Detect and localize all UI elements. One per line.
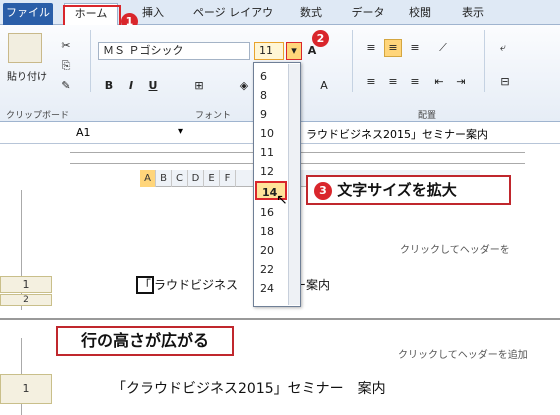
bold-button[interactable]: B: [102, 77, 116, 95]
increase-indent-icon[interactable]: ⇥: [452, 73, 470, 91]
panel-divider: [0, 318, 560, 320]
row-header-1[interactable]: 1: [0, 276, 52, 293]
font-size-option[interactable]: 22: [255, 260, 287, 279]
divider: [484, 30, 485, 92]
font-size-option[interactable]: 12: [255, 162, 287, 181]
font-size-option[interactable]: 18: [255, 222, 287, 241]
decrease-indent-icon[interactable]: ⇤: [430, 73, 448, 91]
divider: [90, 30, 91, 92]
align-center-icon[interactable]: ≡: [384, 73, 402, 91]
name-box-dropdown-icon[interactable]: ▾: [178, 126, 183, 137]
result-cell-a1-text[interactable]: 「クラウドビジネス2015」セミナー 案内: [112, 378, 386, 398]
paste-button[interactable]: 貼り付け: [5, 69, 49, 87]
step-3-text: 文字サイズを拡大: [337, 181, 457, 199]
column-header-d[interactable]: D: [188, 170, 204, 187]
wrap-text-icon[interactable]: ⤶: [494, 39, 512, 57]
column-header-b[interactable]: B: [156, 170, 172, 187]
column-header-a[interactable]: A: [140, 170, 156, 187]
tab-insert[interactable]: 挿入: [138, 3, 168, 25]
merge-center-icon[interactable]: ⊟: [494, 73, 516, 91]
step-3-callout: 3 文字サイズを拡大: [306, 175, 511, 205]
borders-icon[interactable]: ⊞: [190, 77, 208, 95]
column-header-f[interactable]: F: [220, 170, 236, 187]
tab-data[interactable]: データ: [348, 3, 388, 25]
formula-content[interactable]: ラウドビジネス2015」セミナー案内: [306, 126, 488, 142]
mouse-cursor-icon: ↖: [276, 192, 288, 208]
align-bottom-icon[interactable]: ≡: [406, 39, 424, 57]
result-callout: 行の高さが広がる: [56, 326, 234, 356]
font-size-option[interactable]: 10: [255, 124, 287, 143]
font-size-combo[interactable]: 11: [254, 42, 284, 60]
result-header-hint[interactable]: クリックしてヘッダーを追加: [398, 346, 528, 361]
alignment-group-label: 配置: [418, 111, 437, 121]
font-name-combo[interactable]: ＭＳ Ｐゴシック: [98, 42, 250, 60]
column-header-c[interactable]: C: [172, 170, 188, 187]
font-size-option[interactable]: 6: [255, 67, 287, 86]
font-size-option[interactable]: 9: [255, 105, 287, 124]
row-header-2[interactable]: 2: [0, 294, 52, 306]
clipboard-group-label: クリップボード: [6, 111, 70, 121]
font-size-dropdown-button[interactable]: ▾: [286, 42, 302, 60]
font-size-option[interactable]: 11: [255, 143, 287, 162]
home-tab-highlight: [63, 5, 121, 27]
font-color-icon[interactable]: A: [316, 77, 332, 95]
align-top-icon[interactable]: ≡: [362, 39, 380, 57]
font-group-label: フォント: [195, 111, 232, 121]
header-hint[interactable]: クリックしてヘッダーを: [400, 241, 510, 256]
copy-icon[interactable]: ⎘: [58, 57, 74, 75]
result-cell-a1-text-part1: 「クラウドビジネス2015」セミナー: [112, 381, 344, 397]
result-cell-a1-text-part2: 案内: [357, 381, 386, 397]
orientation-icon[interactable]: ⟋: [432, 39, 454, 57]
column-header-e[interactable]: E: [204, 170, 220, 187]
fill-color-icon[interactable]: ◈: [235, 77, 253, 95]
divider: [352, 30, 353, 92]
font-size-option[interactable]: 20: [255, 241, 287, 260]
paste-icon[interactable]: [8, 33, 42, 63]
cut-icon[interactable]: ✂: [58, 37, 74, 55]
dropdown-scrollbar[interactable]: [288, 64, 300, 305]
cell-a1-text-part1: ラウドビジネス: [154, 278, 239, 292]
align-right-icon[interactable]: ≡: [406, 73, 424, 91]
tab-formulas[interactable]: 数式: [296, 3, 326, 25]
align-left-icon[interactable]: ≡: [362, 73, 380, 91]
result-row-header-1[interactable]: 1: [0, 374, 52, 404]
tab-page-layout[interactable]: ページ レイアウト: [188, 3, 278, 39]
font-size-option[interactable]: 24: [255, 279, 287, 298]
underline-button[interactable]: U: [146, 77, 160, 95]
tab-file[interactable]: ファイル: [3, 3, 53, 25]
tab-review[interactable]: 校閲: [405, 3, 435, 25]
step-2-badge: 2: [312, 30, 329, 47]
italic-button[interactable]: I: [124, 77, 138, 95]
font-size-dropdown: 6 8 9 10 11 12 14 16 18 20 22 24: [253, 62, 301, 307]
tab-view[interactable]: 表示: [458, 3, 488, 25]
step-3-badge: 3: [314, 181, 332, 200]
font-size-option[interactable]: 8: [255, 86, 287, 105]
format-painter-icon[interactable]: ✎: [58, 77, 74, 95]
align-middle-icon[interactable]: ≡: [384, 39, 402, 57]
name-box[interactable]: A1: [76, 126, 91, 139]
